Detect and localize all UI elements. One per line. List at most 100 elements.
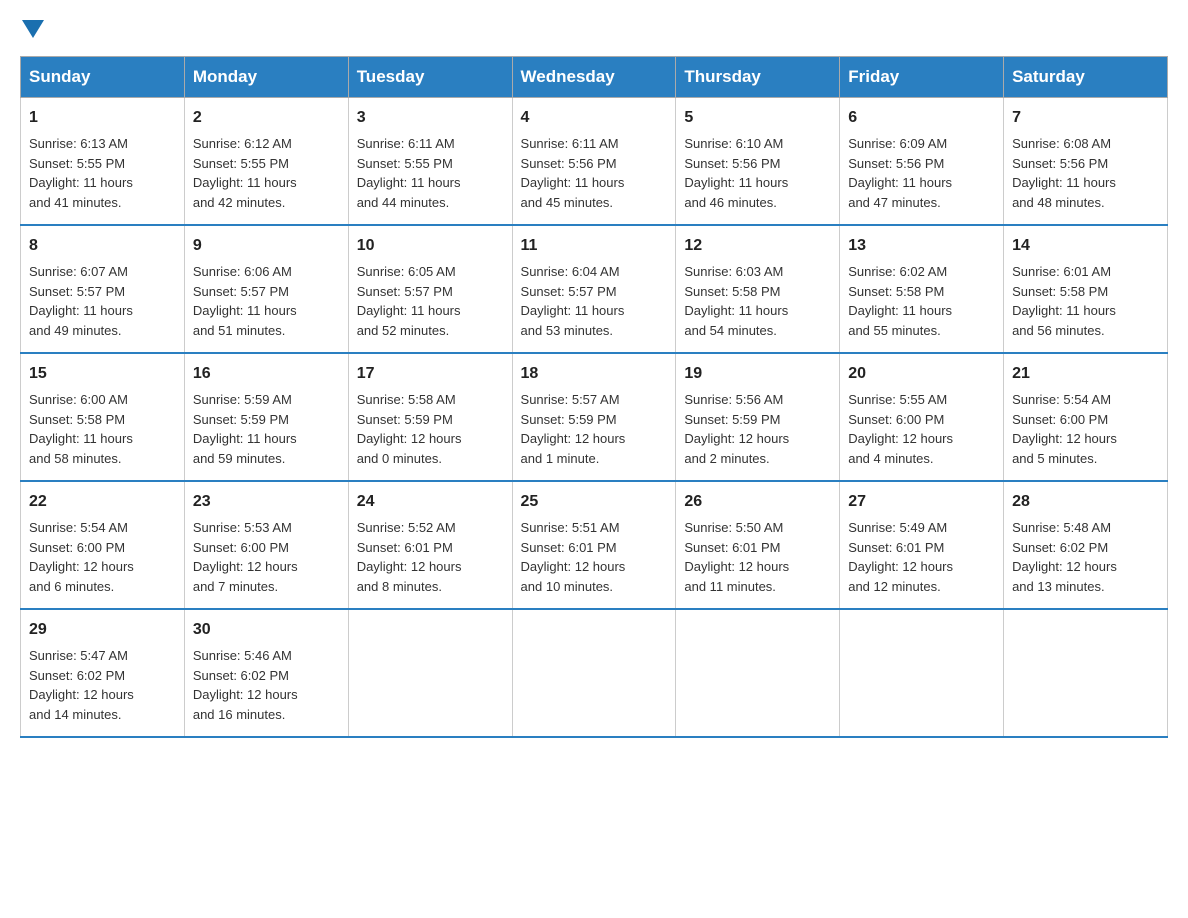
day-number: 3 xyxy=(357,106,504,130)
day-number: 29 xyxy=(29,618,176,642)
day-number: 7 xyxy=(1012,106,1159,130)
day-of-week-sunday: Sunday xyxy=(21,57,185,98)
day-number: 9 xyxy=(193,234,340,258)
calendar-cell xyxy=(840,609,1004,737)
calendar-header-row: SundayMondayTuesdayWednesdayThursdayFrid… xyxy=(21,57,1168,98)
day-number: 16 xyxy=(193,362,340,386)
day-number: 8 xyxy=(29,234,176,258)
day-number: 2 xyxy=(193,106,340,130)
day-info: Sunrise: 6:08 AMSunset: 5:56 PMDaylight:… xyxy=(1012,136,1116,210)
calendar-cell: 14 Sunrise: 6:01 AMSunset: 5:58 PMDaylig… xyxy=(1004,225,1168,353)
calendar-cell: 8 Sunrise: 6:07 AMSunset: 5:57 PMDayligh… xyxy=(21,225,185,353)
calendar-week-row: 8 Sunrise: 6:07 AMSunset: 5:57 PMDayligh… xyxy=(21,225,1168,353)
calendar-week-row: 1 Sunrise: 6:13 AMSunset: 5:55 PMDayligh… xyxy=(21,98,1168,226)
calendar-cell: 22 Sunrise: 5:54 AMSunset: 6:00 PMDaylig… xyxy=(21,481,185,609)
calendar-table: SundayMondayTuesdayWednesdayThursdayFrid… xyxy=(20,56,1168,738)
day-of-week-saturday: Saturday xyxy=(1004,57,1168,98)
day-info: Sunrise: 6:09 AMSunset: 5:56 PMDaylight:… xyxy=(848,136,952,210)
calendar-cell: 6 Sunrise: 6:09 AMSunset: 5:56 PMDayligh… xyxy=(840,98,1004,226)
day-info: Sunrise: 6:10 AMSunset: 5:56 PMDaylight:… xyxy=(684,136,788,210)
day-info: Sunrise: 6:12 AMSunset: 5:55 PMDaylight:… xyxy=(193,136,297,210)
day-number: 6 xyxy=(848,106,995,130)
day-info: Sunrise: 5:48 AMSunset: 6:02 PMDaylight:… xyxy=(1012,520,1117,594)
day-info: Sunrise: 6:07 AMSunset: 5:57 PMDaylight:… xyxy=(29,264,133,338)
day-number: 11 xyxy=(521,234,668,258)
calendar-cell xyxy=(512,609,676,737)
day-info: Sunrise: 5:57 AMSunset: 5:59 PMDaylight:… xyxy=(521,392,626,466)
day-info: Sunrise: 5:58 AMSunset: 5:59 PMDaylight:… xyxy=(357,392,462,466)
day-of-week-wednesday: Wednesday xyxy=(512,57,676,98)
day-info: Sunrise: 5:47 AMSunset: 6:02 PMDaylight:… xyxy=(29,648,134,722)
day-info: Sunrise: 5:49 AMSunset: 6:01 PMDaylight:… xyxy=(848,520,953,594)
day-info: Sunrise: 6:05 AMSunset: 5:57 PMDaylight:… xyxy=(357,264,461,338)
calendar-cell: 23 Sunrise: 5:53 AMSunset: 6:00 PMDaylig… xyxy=(184,481,348,609)
calendar-cell: 3 Sunrise: 6:11 AMSunset: 5:55 PMDayligh… xyxy=(348,98,512,226)
calendar-cell: 21 Sunrise: 5:54 AMSunset: 6:00 PMDaylig… xyxy=(1004,353,1168,481)
calendar-cell xyxy=(1004,609,1168,737)
calendar-cell: 25 Sunrise: 5:51 AMSunset: 6:01 PMDaylig… xyxy=(512,481,676,609)
day-info: Sunrise: 6:03 AMSunset: 5:58 PMDaylight:… xyxy=(684,264,788,338)
day-info: Sunrise: 6:11 AMSunset: 5:56 PMDaylight:… xyxy=(521,136,625,210)
calendar-cell: 20 Sunrise: 5:55 AMSunset: 6:00 PMDaylig… xyxy=(840,353,1004,481)
calendar-week-row: 22 Sunrise: 5:54 AMSunset: 6:00 PMDaylig… xyxy=(21,481,1168,609)
day-number: 17 xyxy=(357,362,504,386)
calendar-cell: 29 Sunrise: 5:47 AMSunset: 6:02 PMDaylig… xyxy=(21,609,185,737)
calendar-cell: 26 Sunrise: 5:50 AMSunset: 6:01 PMDaylig… xyxy=(676,481,840,609)
calendar-cell: 4 Sunrise: 6:11 AMSunset: 5:56 PMDayligh… xyxy=(512,98,676,226)
day-number: 19 xyxy=(684,362,831,386)
calendar-cell: 9 Sunrise: 6:06 AMSunset: 5:57 PMDayligh… xyxy=(184,225,348,353)
day-number: 27 xyxy=(848,490,995,514)
day-info: Sunrise: 6:13 AMSunset: 5:55 PMDaylight:… xyxy=(29,136,133,210)
logo-triangle-icon xyxy=(22,20,44,42)
calendar-cell: 11 Sunrise: 6:04 AMSunset: 5:57 PMDaylig… xyxy=(512,225,676,353)
day-of-week-monday: Monday xyxy=(184,57,348,98)
day-number: 5 xyxy=(684,106,831,130)
day-info: Sunrise: 6:04 AMSunset: 5:57 PMDaylight:… xyxy=(521,264,625,338)
day-info: Sunrise: 5:59 AMSunset: 5:59 PMDaylight:… xyxy=(193,392,297,466)
day-info: Sunrise: 6:00 AMSunset: 5:58 PMDaylight:… xyxy=(29,392,133,466)
calendar-cell: 1 Sunrise: 6:13 AMSunset: 5:55 PMDayligh… xyxy=(21,98,185,226)
calendar-cell: 27 Sunrise: 5:49 AMSunset: 6:01 PMDaylig… xyxy=(840,481,1004,609)
day-number: 22 xyxy=(29,490,176,514)
day-number: 13 xyxy=(848,234,995,258)
calendar-cell: 12 Sunrise: 6:03 AMSunset: 5:58 PMDaylig… xyxy=(676,225,840,353)
day-of-week-thursday: Thursday xyxy=(676,57,840,98)
day-number: 26 xyxy=(684,490,831,514)
day-info: Sunrise: 5:46 AMSunset: 6:02 PMDaylight:… xyxy=(193,648,298,722)
calendar-cell xyxy=(348,609,512,737)
day-number: 25 xyxy=(521,490,668,514)
day-of-week-friday: Friday xyxy=(840,57,1004,98)
calendar-cell: 10 Sunrise: 6:05 AMSunset: 5:57 PMDaylig… xyxy=(348,225,512,353)
day-info: Sunrise: 6:06 AMSunset: 5:57 PMDaylight:… xyxy=(193,264,297,338)
day-number: 4 xyxy=(521,106,668,130)
calendar-cell: 16 Sunrise: 5:59 AMSunset: 5:59 PMDaylig… xyxy=(184,353,348,481)
calendar-cell: 15 Sunrise: 6:00 AMSunset: 5:58 PMDaylig… xyxy=(21,353,185,481)
calendar-cell: 17 Sunrise: 5:58 AMSunset: 5:59 PMDaylig… xyxy=(348,353,512,481)
day-info: Sunrise: 6:11 AMSunset: 5:55 PMDaylight:… xyxy=(357,136,461,210)
day-number: 20 xyxy=(848,362,995,386)
day-number: 24 xyxy=(357,490,504,514)
day-number: 14 xyxy=(1012,234,1159,258)
day-info: Sunrise: 6:02 AMSunset: 5:58 PMDaylight:… xyxy=(848,264,952,338)
day-info: Sunrise: 5:51 AMSunset: 6:01 PMDaylight:… xyxy=(521,520,626,594)
calendar-week-row: 29 Sunrise: 5:47 AMSunset: 6:02 PMDaylig… xyxy=(21,609,1168,737)
day-number: 23 xyxy=(193,490,340,514)
calendar-cell: 7 Sunrise: 6:08 AMSunset: 5:56 PMDayligh… xyxy=(1004,98,1168,226)
calendar-cell: 28 Sunrise: 5:48 AMSunset: 6:02 PMDaylig… xyxy=(1004,481,1168,609)
day-info: Sunrise: 5:52 AMSunset: 6:01 PMDaylight:… xyxy=(357,520,462,594)
day-info: Sunrise: 5:56 AMSunset: 5:59 PMDaylight:… xyxy=(684,392,789,466)
day-number: 12 xyxy=(684,234,831,258)
day-of-week-tuesday: Tuesday xyxy=(348,57,512,98)
day-info: Sunrise: 6:01 AMSunset: 5:58 PMDaylight:… xyxy=(1012,264,1116,338)
calendar-week-row: 15 Sunrise: 6:00 AMSunset: 5:58 PMDaylig… xyxy=(21,353,1168,481)
calendar-cell: 18 Sunrise: 5:57 AMSunset: 5:59 PMDaylig… xyxy=(512,353,676,481)
day-info: Sunrise: 5:54 AMSunset: 6:00 PMDaylight:… xyxy=(1012,392,1117,466)
calendar-cell: 5 Sunrise: 6:10 AMSunset: 5:56 PMDayligh… xyxy=(676,98,840,226)
day-info: Sunrise: 5:54 AMSunset: 6:00 PMDaylight:… xyxy=(29,520,134,594)
logo-icon xyxy=(20,20,44,44)
day-number: 1 xyxy=(29,106,176,130)
day-number: 18 xyxy=(521,362,668,386)
day-number: 21 xyxy=(1012,362,1159,386)
day-info: Sunrise: 5:50 AMSunset: 6:01 PMDaylight:… xyxy=(684,520,789,594)
calendar-cell: 24 Sunrise: 5:52 AMSunset: 6:01 PMDaylig… xyxy=(348,481,512,609)
